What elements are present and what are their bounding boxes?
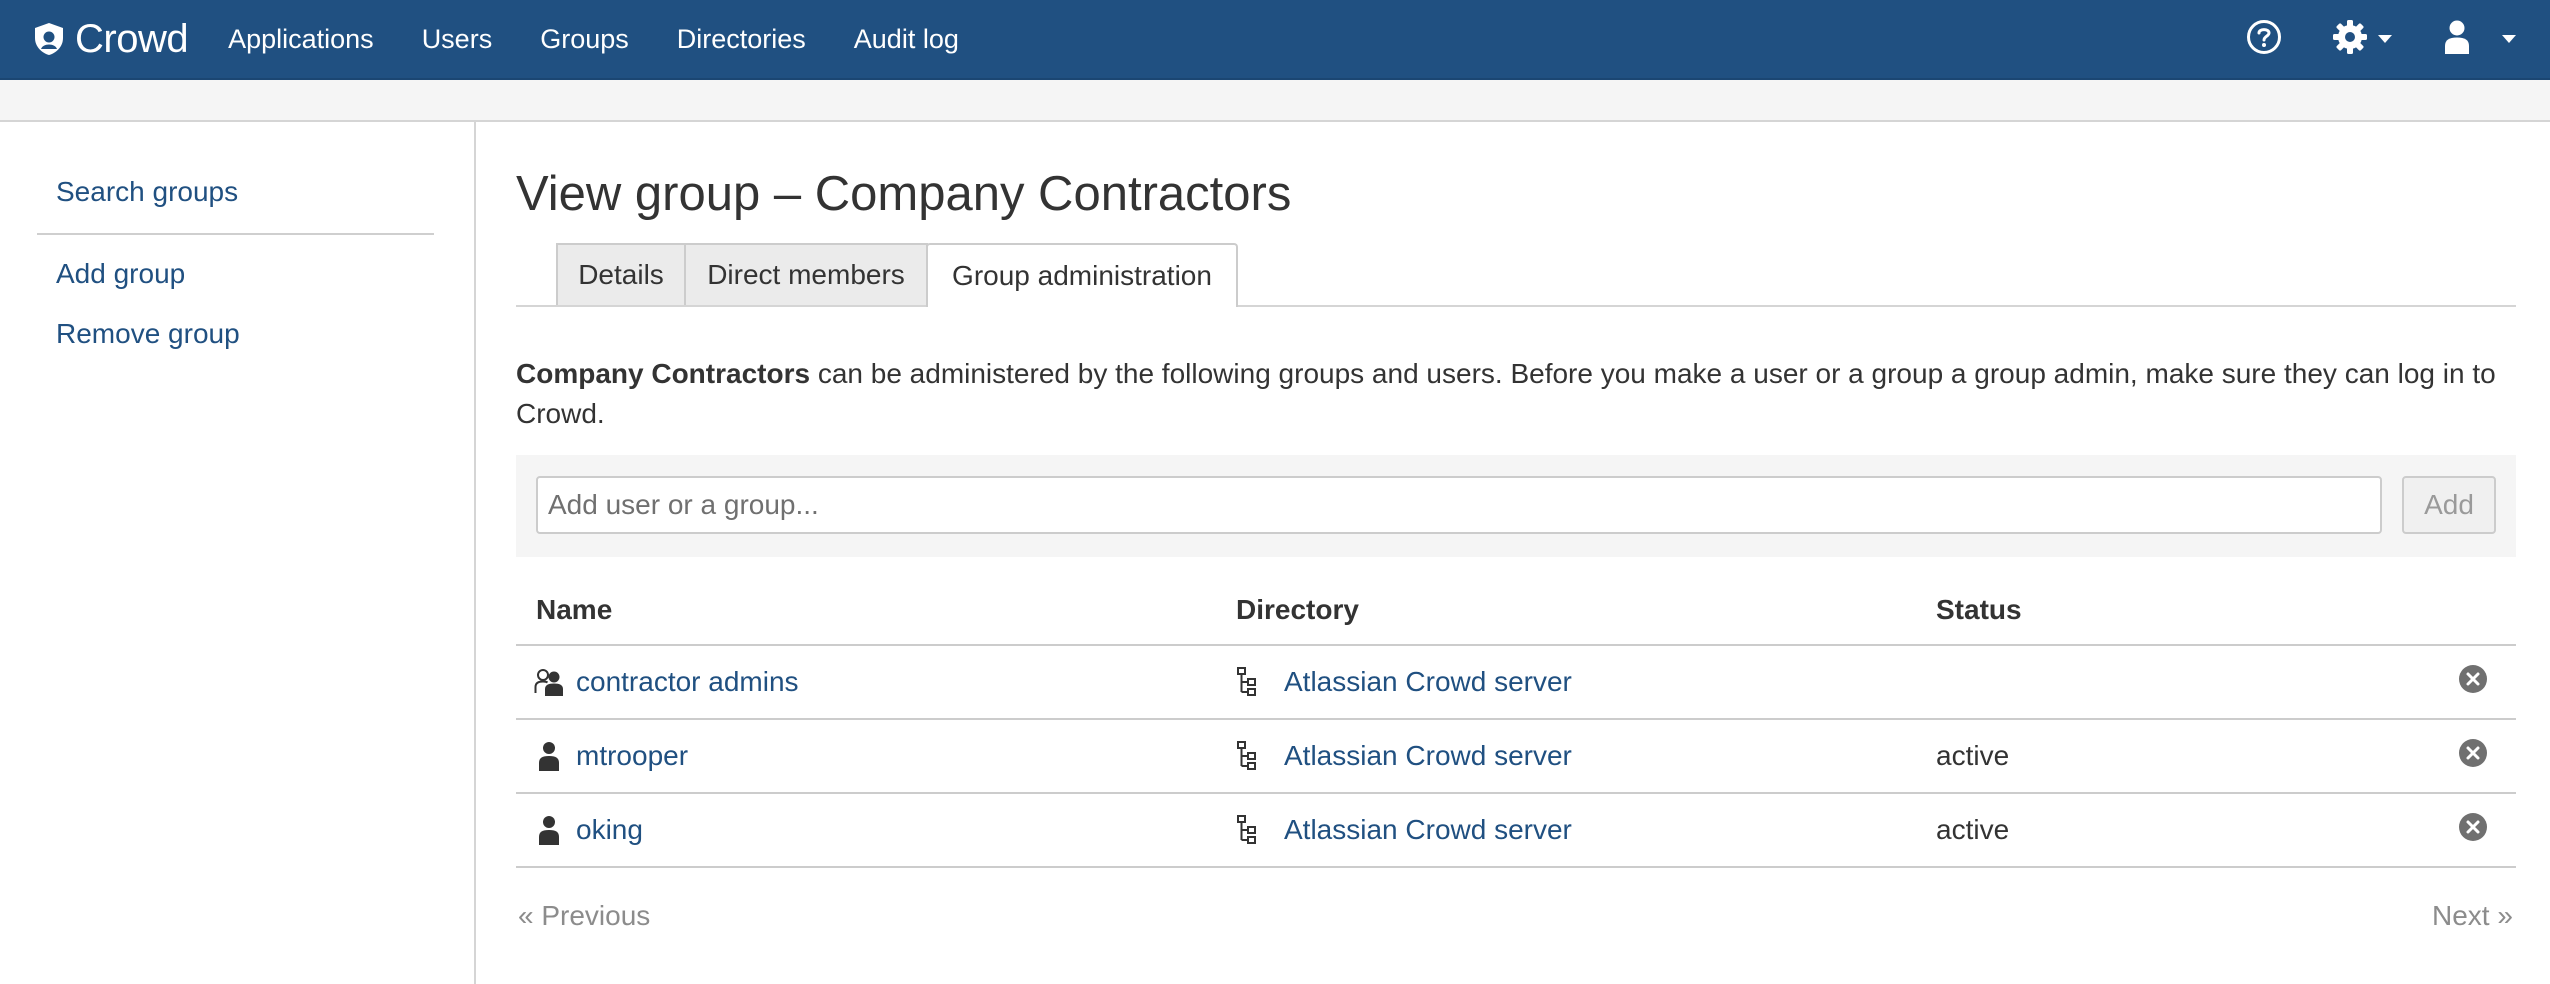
remove-icon	[2458, 812, 2488, 849]
sidebar-item-search-groups[interactable]: Search groups	[56, 176, 238, 208]
column-header-status: Status	[1936, 594, 2022, 625]
column-header-name: Name	[536, 594, 613, 625]
nav-applications[interactable]: Applications	[228, 24, 374, 55]
table-row: oking Atlassian Crowd server active	[516, 794, 2516, 868]
help-icon	[2246, 19, 2282, 60]
remove-admin-button[interactable]	[2458, 720, 2488, 792]
group-admin-description: Company Contractors can be administered …	[516, 354, 2526, 434]
admin-name-link[interactable]: mtrooper	[576, 740, 688, 772]
admins-table: Name Directory Status contractor admins	[516, 576, 2516, 868]
group-icon	[534, 666, 564, 698]
directory-link[interactable]: Atlassian Crowd server	[1284, 814, 1572, 846]
user-icon	[534, 814, 564, 846]
add-user-or-group-input[interactable]	[536, 476, 2382, 534]
chevron-down-icon	[2378, 35, 2392, 43]
table-row: contractor admins Atlassian Crowd server	[516, 646, 2516, 720]
user-icon	[534, 740, 564, 772]
chevron-down-icon	[2502, 35, 2516, 43]
nav-audit-log[interactable]: Audit log	[854, 24, 959, 55]
sub-header-bar	[0, 80, 2550, 122]
sidebar-divider	[37, 233, 434, 235]
logo-text: Crowd	[75, 16, 189, 61]
directory-link[interactable]: Atlassian Crowd server	[1284, 740, 1572, 772]
remove-admin-button[interactable]	[2458, 794, 2488, 866]
previous-page-link[interactable]: « Previous	[518, 900, 650, 932]
admin-name-link[interactable]: oking	[576, 814, 643, 846]
sidebar: Search groups Add group Remove group	[0, 122, 476, 984]
page-title: View group – Company Contractors	[516, 167, 1292, 221]
gear-icon	[2332, 19, 2368, 60]
top-navigation-bar: Crowd Applications Users Groups Director…	[0, 0, 2550, 80]
next-page-link[interactable]: Next »	[2432, 900, 2513, 932]
add-admin-panel: Add	[516, 455, 2516, 557]
help-button[interactable]	[2246, 19, 2282, 60]
user-icon	[2444, 19, 2470, 60]
user-menu-button[interactable]	[2444, 19, 2516, 60]
description-text: can be administered by the following gro…	[516, 358, 2496, 429]
directory-tree-icon	[1232, 740, 1262, 772]
crowd-logo[interactable]: Crowd	[33, 16, 189, 62]
sidebar-item-add-group[interactable]: Add group	[56, 258, 185, 290]
nav-directories[interactable]: Directories	[677, 24, 806, 55]
directory-tree-icon	[1232, 814, 1262, 846]
column-header-directory: Directory	[1236, 594, 1359, 625]
status-cell: active	[1936, 740, 2010, 771]
crowd-logo-icon	[33, 22, 65, 56]
remove-icon	[2458, 664, 2488, 701]
tab-details[interactable]: Details	[556, 243, 686, 305]
table-header-row: Name Directory Status	[516, 576, 2516, 646]
settings-menu-button[interactable]	[2332, 19, 2392, 60]
tab-direct-members[interactable]: Direct members	[684, 243, 928, 305]
admin-name-link[interactable]: contractor admins	[576, 666, 799, 698]
remove-admin-button[interactable]	[2458, 646, 2488, 718]
tab-bar: Details Direct members Group administrat…	[516, 243, 2516, 307]
nav-groups[interactable]: Groups	[540, 24, 629, 55]
directory-tree-icon	[1232, 666, 1262, 698]
sidebar-item-remove-group[interactable]: Remove group	[56, 318, 240, 350]
status-cell: active	[1936, 814, 2010, 845]
table-row: mtrooper Atlassian Crowd server active	[516, 720, 2516, 794]
tab-group-administration[interactable]: Group administration	[926, 243, 1238, 307]
remove-icon	[2458, 738, 2488, 775]
directory-link[interactable]: Atlassian Crowd server	[1284, 666, 1572, 698]
add-button[interactable]: Add	[2402, 476, 2496, 534]
nav-users[interactable]: Users	[422, 24, 493, 55]
group-name-bold: Company Contractors	[516, 358, 811, 389]
